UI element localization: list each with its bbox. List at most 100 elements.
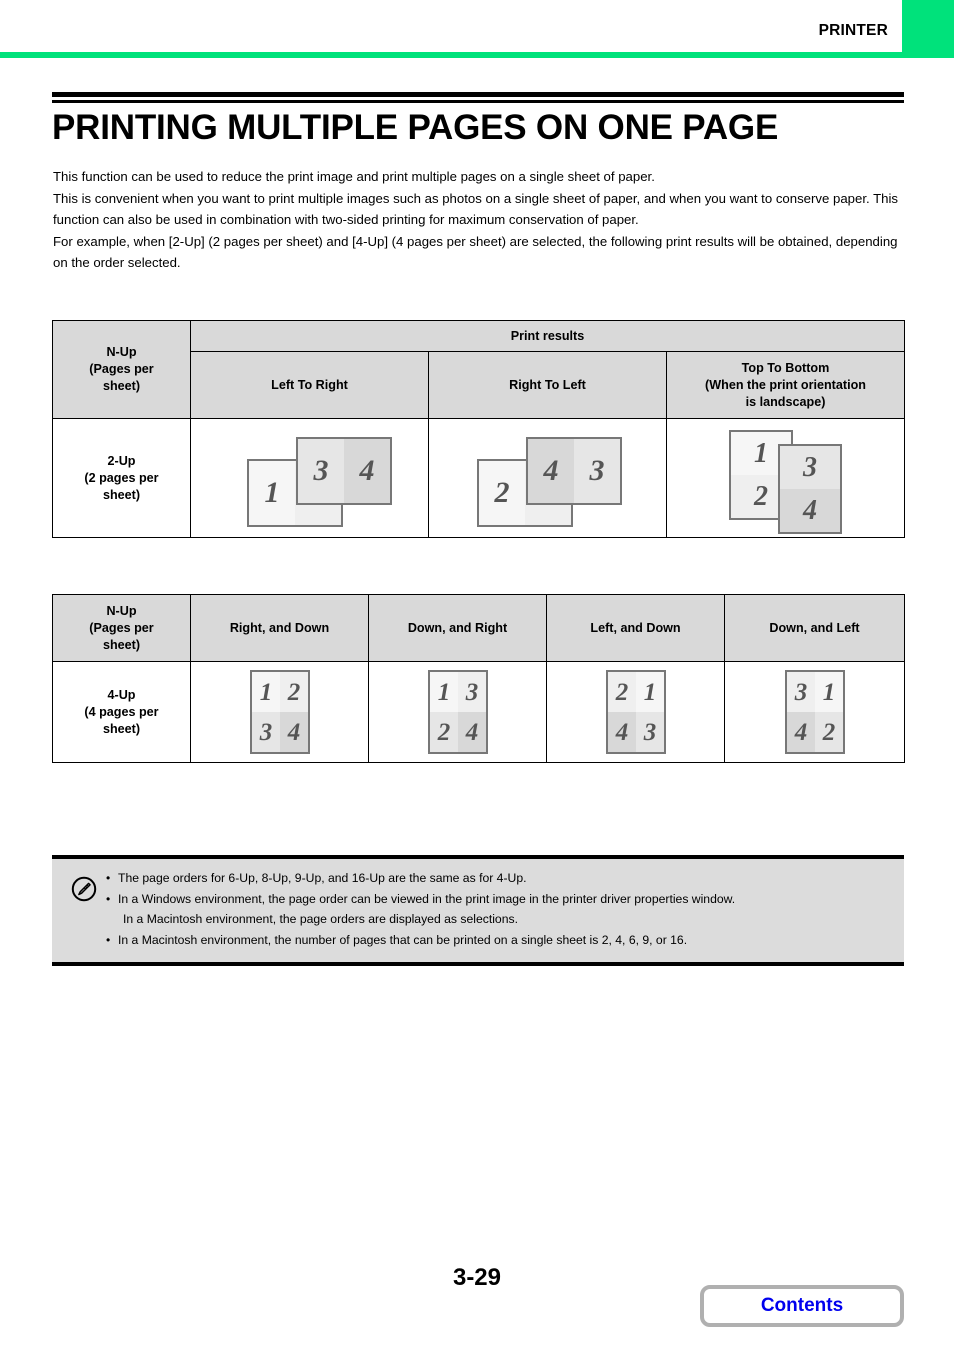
table-row-header: N-Up (Pages per sheet) Right, and Down D… xyxy=(52,594,905,662)
row-label-2up-line-1: 2-Up xyxy=(107,453,136,468)
note-text: The page orders for 6-Up, 8-Up, 9-Up, an… xyxy=(118,871,527,885)
note-box: • The page orders for 6-Up, 8-Up, 9-Up, … xyxy=(52,855,904,966)
note-list: • The page orders for 6-Up, 8-Up, 9-Up, … xyxy=(106,868,894,951)
page-slot: 4 xyxy=(458,712,486,752)
page-slot: 1 xyxy=(636,672,664,712)
page-slot: 2 xyxy=(280,672,308,712)
page-slot: 4 xyxy=(280,712,308,752)
sheet-quad: 1 3 2 4 xyxy=(428,670,488,754)
sheet-front-3-4: 3 4 xyxy=(778,444,842,534)
page-slot: 4 xyxy=(528,439,574,503)
sheet-quad: 1 2 3 4 xyxy=(250,670,310,754)
page-slot: 2 xyxy=(815,712,843,752)
cell-diagram-right-to-left: 2 1 4 3 xyxy=(428,418,667,538)
section-color-tab xyxy=(902,0,954,58)
header-nup-line-3: sheet) xyxy=(102,637,141,652)
page-slot: 4 xyxy=(780,489,840,532)
cell-diagram-down-and-right: 1 3 2 4 xyxy=(368,661,547,763)
header-cell-left-to-right: Left To Right xyxy=(190,351,429,419)
header-cell-down-and-left: Down, and Left xyxy=(724,594,905,662)
note-text-main: In a Windows environment, the page order… xyxy=(118,892,736,906)
header-cell-left-and-down: Left, and Down xyxy=(546,594,725,662)
page-slot: 4 xyxy=(787,712,815,752)
header-nup-line-2: (Pages per xyxy=(89,362,154,376)
section-label: PRINTER xyxy=(818,22,888,39)
diagram-left-to-right: 1 2 3 4 xyxy=(191,419,428,537)
diagram-top-to-bottom: 1 2 3 4 xyxy=(667,419,904,537)
note-item: • The page orders for 6-Up, 8-Up, 9-Up, … xyxy=(106,868,894,888)
cell-diagram-top-to-bottom: 1 2 3 4 xyxy=(666,418,905,538)
table-row-2up: 2-Up (2 pages per sheet) 1 2 3 4 2 xyxy=(52,418,905,538)
header-ttb-line-2: (When the print orientation xyxy=(705,377,866,392)
note-text: In a Macintosh environment, the number o… xyxy=(118,933,688,947)
cell-diagram-down-and-left: 3 1 4 2 xyxy=(724,661,905,763)
diagram-right-and-down: 1 2 3 4 xyxy=(191,662,368,762)
table-4up-print-results: N-Up (Pages per sheet) Right, and Down D… xyxy=(52,594,905,763)
row-label-4up-line-2: (4 pages per xyxy=(84,704,159,719)
contents-button[interactable]: Contents xyxy=(700,1285,904,1327)
note-item: • In a Macintosh environment, the number… xyxy=(106,930,894,950)
page-slot: 1 xyxy=(252,672,280,712)
header-cell-nup-4up: N-Up (Pages per sheet) xyxy=(52,594,191,662)
page-slot: 2 xyxy=(430,712,458,752)
page-slot: 3 xyxy=(636,712,664,752)
page-slot: 3 xyxy=(780,446,840,489)
header-accent-rule xyxy=(0,52,954,58)
row-label-2up-line-3: sheet) xyxy=(102,487,141,502)
diagram-right-to-left: 2 1 4 3 xyxy=(429,419,666,537)
page-header: PRINTER xyxy=(0,0,954,58)
diagram-down-and-right: 1 3 2 4 xyxy=(369,662,546,762)
row-label-4up-line-1: 4-Up xyxy=(107,687,136,702)
page-slot: 1 xyxy=(430,672,458,712)
header-ttb-line-1: Top To Bottom xyxy=(741,360,830,375)
header-cell-right-to-left: Right To Left xyxy=(428,351,667,419)
header-ttb-line-3: is landscape) xyxy=(745,394,826,409)
table-2up-print-results: N-Up (Pages per sheet) Print results Lef… xyxy=(52,320,905,538)
header-nup-line-3: sheet) xyxy=(102,379,141,393)
page-slot: 2 xyxy=(479,461,525,525)
page-slot: 3 xyxy=(787,672,815,712)
header-cell-down-and-right: Down, and Right xyxy=(368,594,547,662)
note-item: • In a Windows environment, the page ord… xyxy=(106,889,894,929)
header-cell-right-and-down: Right, and Down xyxy=(190,594,369,662)
sheet-back-4-3: 4 3 xyxy=(526,437,622,505)
intro-line-3: For example, when [2-Up] (2 pages per sh… xyxy=(53,233,898,271)
header-nup-line-1: N-Up xyxy=(106,603,137,618)
page-slot: 3 xyxy=(298,439,344,503)
title-block: PRINTING MULTIPLE PAGES ON ONE PAGE xyxy=(52,92,904,149)
cell-diagram-right-and-down: 1 2 3 4 xyxy=(190,661,369,763)
header-cell-print-results: Print results xyxy=(190,320,905,352)
cell-diagram-left-and-down: 2 1 4 3 xyxy=(546,661,725,763)
sheet-back-3-4: 3 4 xyxy=(296,437,392,505)
header-nup-line-2: (Pages per xyxy=(89,620,154,635)
page-slot: 2 xyxy=(608,672,636,712)
bullet-glyph: • xyxy=(106,933,111,947)
table-row-4up: 4-Up (4 pages per sheet) 1 2 3 4 1 3 2 4… xyxy=(52,661,905,763)
page-slot: 3 xyxy=(574,439,620,503)
diagram-down-and-left: 3 1 4 2 xyxy=(725,662,904,762)
intro-line-2: This is convenient when you want to prin… xyxy=(53,190,898,228)
table-row-header-top: N-Up (Pages per sheet) Print results xyxy=(52,320,905,419)
note-text-sub: In a Macintosh environment, the page ord… xyxy=(123,912,518,926)
header-cell-nup: N-Up (Pages per sheet) xyxy=(52,320,191,419)
cell-diagram-left-to-right: 1 2 3 4 xyxy=(190,418,429,538)
page-slot: 3 xyxy=(458,672,486,712)
bullet-glyph: • xyxy=(106,892,111,906)
page-title: PRINTING MULTIPLE PAGES ON ONE PAGE xyxy=(52,108,779,147)
row-label-4up: 4-Up (4 pages per sheet) xyxy=(52,661,191,763)
page-slot: 1 xyxy=(249,461,295,525)
header-nup-line-1: N-Up xyxy=(106,345,137,359)
sheet-quad: 3 1 4 2 xyxy=(785,670,845,754)
row-label-2up: 2-Up (2 pages per sheet) xyxy=(52,418,191,538)
header-cell-top-to-bottom: Top To Bottom (When the print orientatio… xyxy=(666,351,905,419)
contents-button-label: Contents xyxy=(760,1295,844,1316)
page-slot: 4 xyxy=(344,439,390,503)
page-slot: 4 xyxy=(608,712,636,752)
sheet-quad: 2 1 4 3 xyxy=(606,670,666,754)
diagram-left-and-down: 2 1 4 3 xyxy=(547,662,724,762)
pencil-note-icon xyxy=(71,876,97,907)
note-icon-wrap xyxy=(62,868,106,907)
row-label-2up-line-2: (2 pages per xyxy=(84,470,159,485)
page-slot: 3 xyxy=(252,712,280,752)
page-slot: 1 xyxy=(815,672,843,712)
